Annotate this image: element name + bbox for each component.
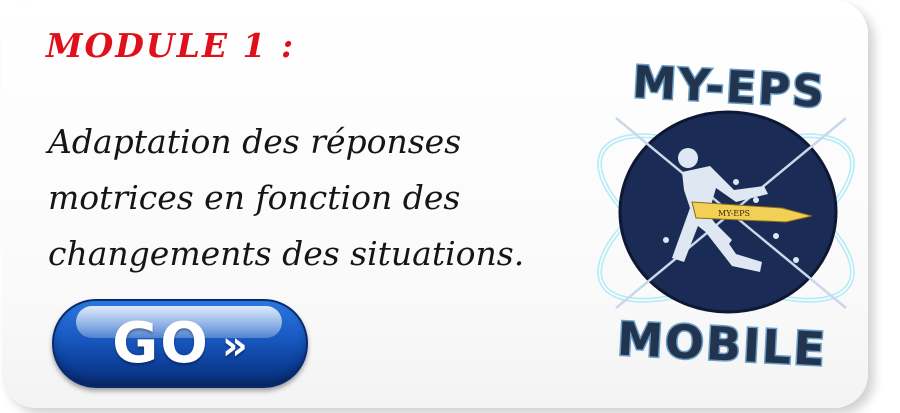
- banner-text: MY-EPS: [718, 209, 750, 218]
- go-button[interactable]: GO »: [52, 299, 308, 388]
- module-description: Adaptation des réponses motrices en fonc…: [48, 114, 568, 282]
- go-button-label: GO »: [54, 301, 306, 386]
- double-chevron-right-icon: »: [221, 322, 248, 369]
- logo-top-text: MY-EPS: [631, 57, 827, 118]
- description-line: changements des situations.: [48, 234, 525, 273]
- my-eps-mobile-logo: MY-EPS MY-EPS MOBILE: [597, 55, 855, 378]
- go-text: GO: [112, 311, 210, 376]
- module-title: MODULE 1 :: [46, 26, 296, 65]
- module-card: MODULE 1 : Adaptation des réponses motri…: [2, 0, 868, 408]
- logo-bottom-text: MOBILE: [616, 312, 828, 377]
- description-line: Adaptation des réponses: [48, 122, 462, 161]
- description-line: motrices en fonction des: [48, 178, 461, 217]
